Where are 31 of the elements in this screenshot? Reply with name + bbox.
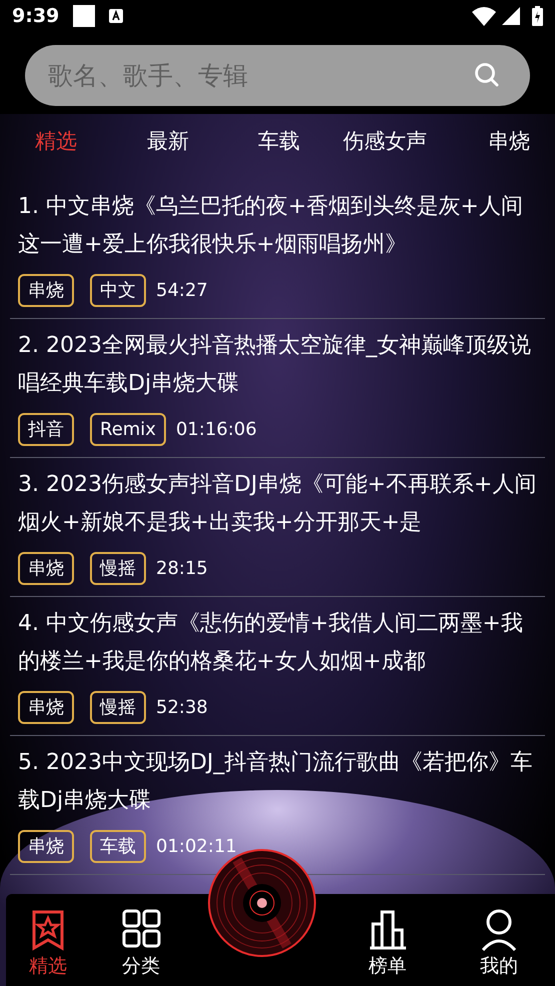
song-duration: 52:38 bbox=[156, 696, 208, 720]
song-duration: 01:16:06 bbox=[176, 418, 257, 442]
song-duration: 01:02:11 bbox=[156, 835, 237, 859]
song-tag: 中文 bbox=[90, 274, 146, 307]
nav-tab[interactable]: 我的 bbox=[443, 908, 555, 978]
song-tag: 串烧 bbox=[18, 552, 74, 585]
song-title[interactable]: 3. 2023伤感女声抖音DJ串烧《可能+不再联系+人间烟火+新娘不是我+出卖我+分开那天+是 bbox=[18, 466, 537, 544]
category-tab[interactable]: 伤感女声 bbox=[343, 126, 488, 158]
song-title[interactable]: 5. 2023中文现场DJ_抖音热门流行歌曲《若把你》车载Dj串烧大碟 bbox=[18, 744, 537, 822]
song-duration: 54:27 bbox=[156, 279, 208, 303]
status-time: 9:39 bbox=[12, 4, 60, 29]
song-title[interactable]: 2. 2023全网最火抖音热播太空旋律_女神巅峰顶级说唱经典车载Dj串烧大碟 bbox=[18, 327, 537, 405]
song-tag: 串烧 bbox=[18, 274, 74, 307]
song-tag: 抖音 bbox=[18, 413, 74, 446]
song-tag: 慢摇 bbox=[90, 552, 146, 585]
nav-tab[interactable]: 分类 bbox=[90, 908, 192, 978]
song-duration: 28:15 bbox=[156, 557, 208, 581]
song-tag: Remix bbox=[90, 413, 166, 446]
category-tab[interactable]: 串烧 bbox=[488, 126, 555, 158]
song-tag: 慢摇 bbox=[90, 691, 146, 724]
song-title[interactable]: 1. 中文串烧《乌兰巴托的夜+香烟到头终是灰+人间这一遭+爱上你我很快乐+烟雨唱扬州》 bbox=[18, 188, 537, 266]
song-tag: 串烧 bbox=[18, 830, 74, 863]
category-tab[interactable]: 车载 bbox=[258, 126, 343, 158]
song-tag: 串烧 bbox=[18, 691, 74, 724]
category-tab[interactable]: 最新 bbox=[147, 126, 258, 158]
song-tag: 车载 bbox=[90, 830, 146, 863]
search-field[interactable]: 歌名、歌手、专辑 bbox=[25, 45, 530, 106]
category-tab[interactable]: 精选 bbox=[35, 126, 147, 158]
nav-tab[interactable]: 精选 bbox=[6, 908, 90, 978]
nav-tab[interactable]: 榜单 bbox=[332, 908, 444, 978]
song-title[interactable]: 4. 中文伤感女声《悲伤的爱情+我借人间二两墨+我的楼兰+我是你的格桑花+女人如烟+成都 bbox=[18, 605, 537, 683]
